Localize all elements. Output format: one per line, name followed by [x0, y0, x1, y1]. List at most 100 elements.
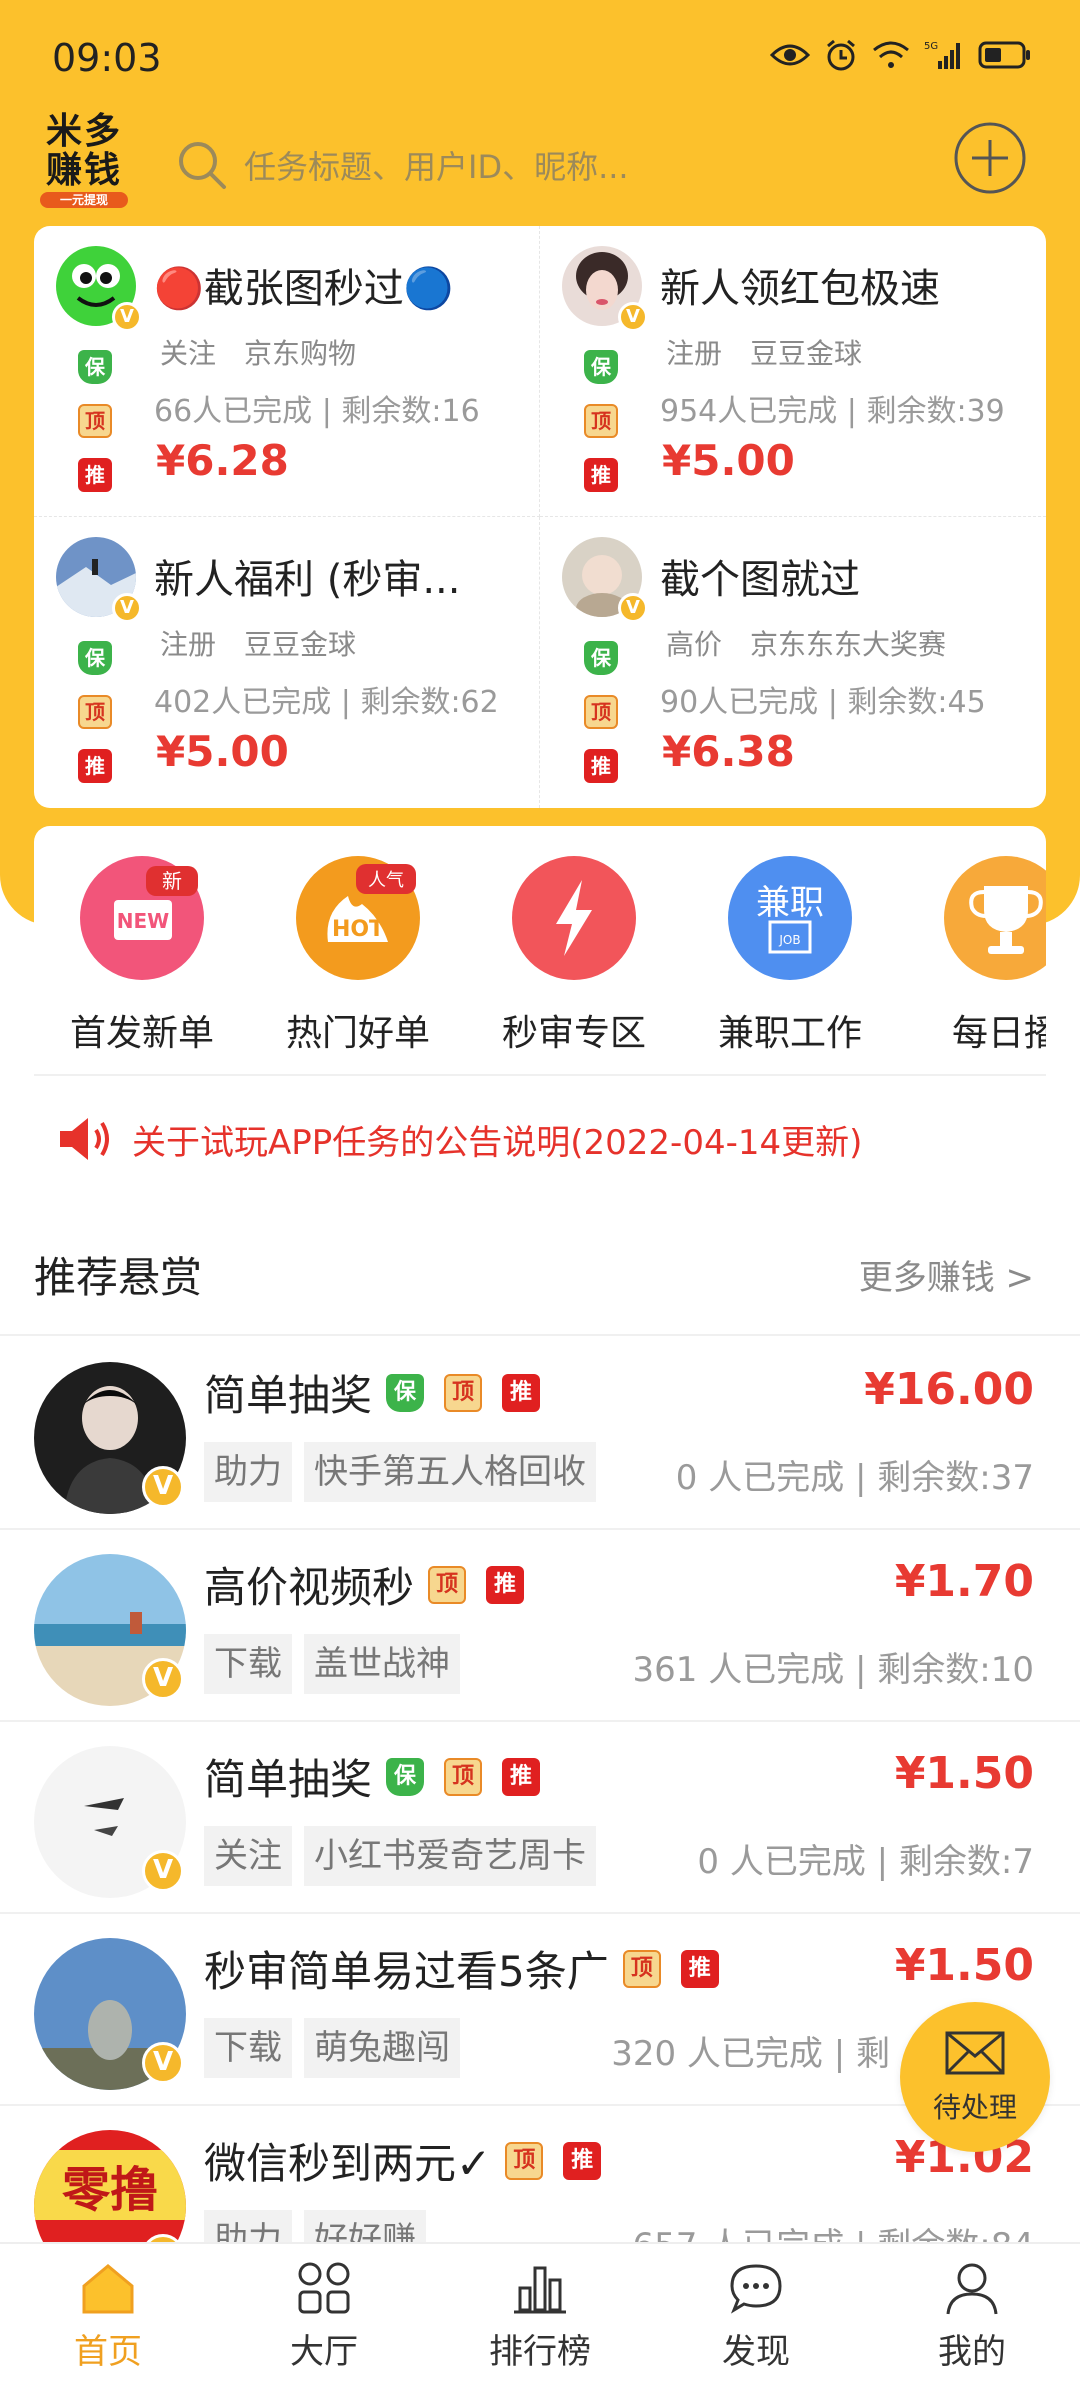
featured-completed: 90人已完成: [660, 685, 819, 720]
featured-meta: 关注 京东购物: [160, 332, 384, 372]
category-new[interactable]: NEW 新 首发新单: [42, 856, 242, 1056]
featured-app: 京东东东大奖赛: [750, 628, 947, 661]
task-chips: 关注 小红书爱奇艺周卡: [204, 1826, 608, 1886]
featured-app: 京东购物: [244, 337, 357, 370]
featured-stats: 90人已完成 | 剩余数:45: [660, 685, 986, 720]
hot-corner-text: 人气: [368, 870, 404, 891]
verified-badge: V: [142, 1466, 184, 1508]
featured-grid: V 保 顶 推 🔴截张图秒过🔵 关注 京东购物 66人已完成 | 剩余数:16 ¥…: [34, 226, 1046, 808]
speaker-icon: [60, 1118, 109, 1160]
featured-card[interactable]: V 保 顶 推 新人福利 (秒审... 注册 豆豆金球 402人已完成 | 剩余数…: [34, 517, 540, 808]
featured-type: 关注: [160, 337, 217, 370]
eye-icon: [770, 44, 810, 66]
featured-stats: 402人已完成 | 剩余数:62: [154, 685, 499, 720]
task-row[interactable]: V 简单抽奖 保 顶 推 ¥1.50 关注 小红书爱奇艺周卡 0 人已完成 | …: [0, 1722, 1080, 1914]
verified-badge: V: [112, 302, 142, 332]
task-title: 简单抽奖: [204, 1755, 373, 1804]
featured-card[interactable]: V 保 顶 推 🔴截张图秒过🔵 关注 京东购物 66人已完成 | 剩余数:16 ¥…: [34, 226, 540, 517]
tag-column: 保 顶 推: [584, 641, 620, 803]
task-row[interactable]: V 简单抽奖 保 顶 推 ¥16.00 助力 快手第五人格回收 0 人已完成 |…: [0, 1338, 1080, 1530]
featured-remaining: 剩余数:16: [341, 394, 480, 429]
task-chips: 助力 快手第五人格回收: [204, 1442, 608, 1502]
task-type-chip: 下载: [204, 1634, 292, 1694]
task-app-chip: 快手第五人格回收: [304, 1442, 596, 1502]
category-daily[interactable]: 每日播: [906, 856, 1046, 1056]
task-type-chip: 关注: [204, 1826, 292, 1886]
tag-column: 保 顶 推: [584, 350, 620, 512]
featured-meta: 注册 豆豆金球: [160, 623, 384, 663]
task-row[interactable]: V 高价视频秒 顶 推 ¥1.70 下载 盖世战神 361 人已完成 | 剩余数…: [0, 1530, 1080, 1722]
tag-column: 保 顶 推: [78, 350, 114, 512]
featured-card[interactable]: V 保 顶 推 新人领红包极速 注册 豆豆金球 954人已完成 | 剩余数:39 …: [540, 226, 1046, 517]
guarantee-badge: 保: [386, 1373, 425, 1412]
svg-text:零撸: 零撸: [62, 2162, 158, 2218]
nav-discover[interactable]: 发现: [648, 2244, 864, 2388]
section-header: 推荐悬赏 更多赚钱 >: [0, 1200, 1080, 1336]
announcement-bar[interactable]: 关于试玩APP任务的公告说明(2022-04-14更新): [34, 1074, 1046, 1202]
lightning-icon: [512, 856, 636, 980]
task-title: 微信秒到两元✓: [204, 2139, 492, 2188]
top-bar: 米多 赚钱 一元提现 任务标题、用户ID、昵称...: [0, 110, 1080, 220]
category-fast[interactable]: 秒审专区: [474, 856, 674, 1056]
task-price: ¥1.50: [894, 1748, 1034, 1799]
nav-ranking[interactable]: 排行榜: [432, 2244, 648, 2388]
bottom-nav: 首页 大厅 排行榜 发现 我的: [0, 2242, 1080, 2388]
task-title-row: 简单抽奖 保 顶 推: [204, 1746, 560, 1807]
featured-card[interactable]: V 保 顶 推 截个图就过 高价 京东东东大奖赛 90人已完成 | 剩余数:45 …: [540, 517, 1046, 808]
grid-icon: [298, 2262, 350, 2314]
task-title-row: 高价视频秒 顶 推: [204, 1554, 544, 1615]
recommend-badge: 推: [563, 2141, 602, 2180]
featured-completed: 402人已完成: [154, 685, 332, 720]
verified-badge: V: [112, 593, 142, 623]
logo-text-2: 赚钱: [45, 150, 122, 191]
task-stats: 320 人已完成 | 剩: [611, 2034, 890, 2074]
task-title-row: 秒审简单易过看5条广 顶 推: [204, 1938, 739, 1999]
task-title: 秒审简单易过看5条广: [204, 1947, 609, 1996]
pending-button[interactable]: 待处理: [900, 2002, 1050, 2152]
category-label: 热门好单: [285, 1013, 430, 1054]
nav-hall[interactable]: 大厅: [216, 2244, 432, 2388]
featured-meta: 高价 京东东东大奖赛: [666, 623, 974, 663]
status-time: 09:03: [52, 36, 162, 80]
featured-type: 注册: [160, 628, 217, 661]
task-remaining: 剩余数:10: [877, 1650, 1034, 1690]
app-logo: 米多 赚钱 一元提现: [34, 110, 134, 210]
verified-badge: V: [618, 302, 648, 332]
nav-mine[interactable]: 我的: [864, 2244, 1080, 2388]
task-stats: 361 人已完成 | 剩余数:10: [632, 1650, 1035, 1690]
task-app-chip: 盖世战神: [304, 1634, 460, 1694]
wifi-icon: [873, 41, 909, 68]
job-icon-text: 兼职: [756, 883, 824, 923]
featured-remaining: 剩余数:45: [847, 685, 986, 720]
add-icon[interactable]: [952, 120, 1028, 196]
featured-title: 新人领红包极速: [660, 266, 940, 312]
chart-icon: [514, 2266, 566, 2314]
task-title-row: 微信秒到两元✓ 顶 推: [204, 2130, 621, 2191]
featured-meta: 注册 豆豆金球: [666, 332, 890, 372]
avatar: 零撸: [34, 2130, 186, 2242]
task-type-chip: 助力: [204, 2210, 292, 2242]
featured-remaining: 剩余数:62: [360, 685, 499, 720]
section-title: 推荐悬赏: [34, 1253, 203, 1302]
logo-text-1: 米多: [45, 111, 122, 152]
nav-home[interactable]: 首页: [0, 2244, 216, 2388]
task-app-chip: 小红书爱奇艺周卡: [304, 1826, 596, 1886]
category-hot[interactable]: HOT 人气 热门好单: [258, 856, 458, 1056]
recommend-badge: 推: [584, 749, 618, 783]
pending-label: 待处理: [932, 2091, 1017, 2124]
more-link[interactable]: 更多赚钱 >: [859, 1250, 1034, 1299]
logo-subtitle: 一元提现: [40, 192, 128, 208]
category-parttime[interactable]: 兼职 JOB 兼职工作: [690, 856, 890, 1056]
task-stats: 0 人已完成 | 剩余数:7: [697, 1842, 1034, 1882]
featured-stats: 954人已完成 | 剩余数:39: [660, 394, 1005, 429]
search-placeholder: 任务标题、用户ID、昵称...: [244, 148, 629, 186]
task-completed: 320 人已完成: [611, 2034, 823, 2074]
search-bar[interactable]: 任务标题、用户ID、昵称...: [176, 130, 876, 200]
featured-price: ¥5.00: [662, 436, 795, 485]
top-badge: 顶: [505, 2141, 544, 2180]
task-completed: 0 人已完成: [675, 1458, 845, 1498]
featured-completed: 66人已完成: [154, 394, 313, 429]
guarantee-badge: 保: [584, 641, 618, 675]
category-label: 每日播: [951, 1013, 1046, 1054]
chat-icon: [730, 2264, 782, 2314]
